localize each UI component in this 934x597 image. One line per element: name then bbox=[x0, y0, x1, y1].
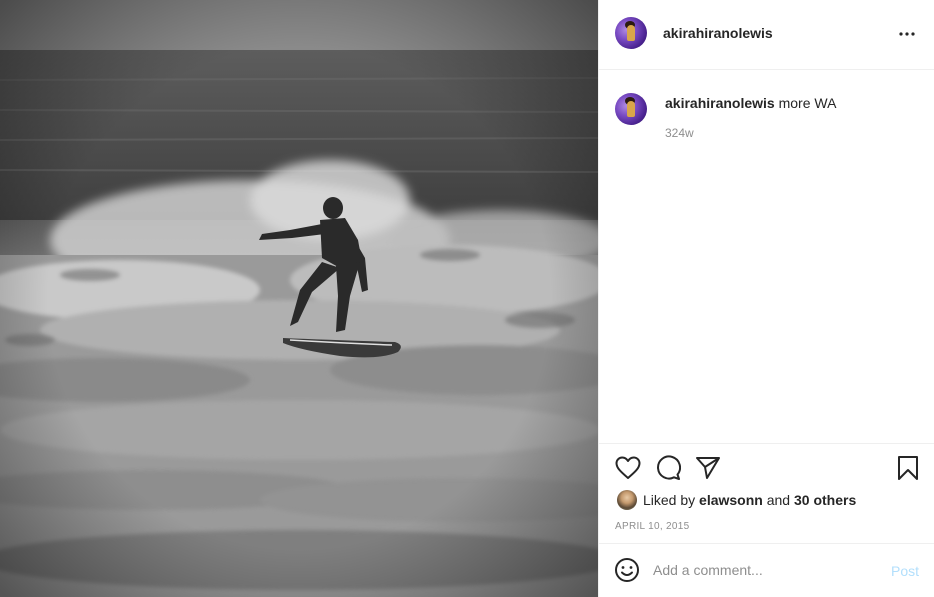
caption-author-username[interactable]: akirahiranolewis bbox=[665, 95, 775, 111]
comment-input[interactable] bbox=[653, 558, 873, 582]
author-username[interactable]: akirahiranolewis bbox=[663, 25, 773, 41]
liked-by-prefix: Liked by bbox=[643, 492, 700, 508]
paper-plane-icon[interactable] bbox=[694, 454, 722, 482]
post-header: akirahiranolewis bbox=[599, 0, 934, 70]
post-actions: Liked by elawsonn and 30 others APRIL 10… bbox=[599, 443, 934, 543]
comment-bubble-icon[interactable] bbox=[654, 454, 682, 482]
post-comment-button[interactable]: Post bbox=[891, 563, 919, 579]
likes-summary: Liked by elawsonn and 30 others bbox=[617, 489, 856, 511]
liked-by-others[interactable]: 30 others bbox=[794, 492, 856, 508]
liked-by-mid: and bbox=[762, 492, 794, 508]
caption-text: akirahiranolewis more WA bbox=[665, 95, 836, 111]
more-options-icon[interactable] bbox=[895, 24, 919, 44]
post-date[interactable]: APRIL 10, 2015 bbox=[615, 521, 689, 532]
caption-body: more WA bbox=[774, 95, 837, 111]
liker-avatar[interactable] bbox=[617, 490, 637, 510]
caption-timestamp[interactable]: 324w bbox=[665, 126, 694, 140]
surf-photo-illustration bbox=[0, 0, 598, 597]
add-comment-bar: Post bbox=[599, 543, 934, 597]
caption-author-avatar[interactable] bbox=[615, 93, 647, 125]
bookmark-icon[interactable] bbox=[894, 454, 922, 482]
liked-by-user[interactable]: elawsonn bbox=[699, 492, 763, 508]
post-side-panel: akirahiranolewis akirahiranolewis more W… bbox=[598, 0, 934, 597]
author-avatar[interactable] bbox=[615, 17, 647, 49]
heart-icon[interactable] bbox=[614, 454, 642, 482]
post-photo[interactable] bbox=[0, 0, 598, 597]
smiley-icon[interactable] bbox=[614, 557, 640, 583]
